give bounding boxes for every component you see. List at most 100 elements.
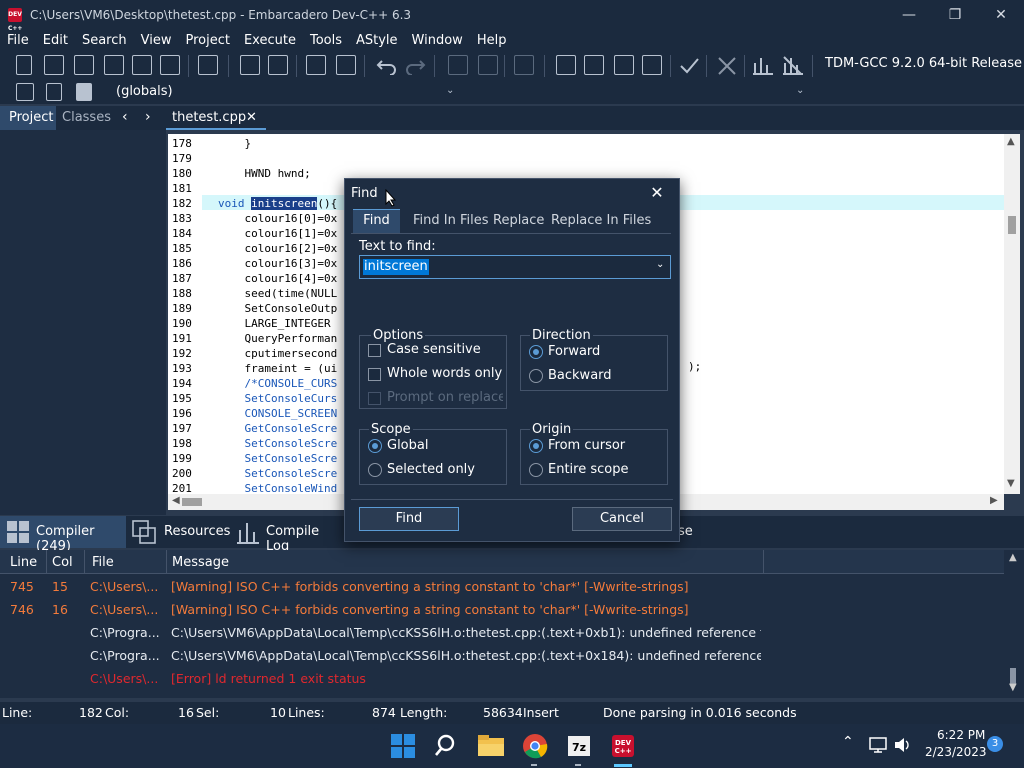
col-header-message[interactable]: Message [172, 555, 229, 570]
forward-label[interactable]: Forward [548, 344, 600, 359]
restore-button[interactable]: ❐ [932, 0, 978, 30]
tab-compile-log[interactable]: Compile Log [234, 516, 344, 554]
scroll-up-icon[interactable]: ▲ [1009, 552, 1017, 563]
tab-resources[interactable]: Resources [130, 516, 230, 548]
col-header-file[interactable]: File [92, 555, 114, 570]
close-window-button[interactable]: ✕ [978, 0, 1024, 30]
chart-disabled-icon[interactable] [782, 55, 804, 75]
menu-file[interactable]: File [0, 33, 36, 48]
menu-window[interactable]: Window [405, 33, 470, 48]
goto-line-icon[interactable] [306, 55, 326, 75]
minimize-button[interactable]: — [886, 0, 932, 30]
toggle-split-icon[interactable] [336, 55, 356, 75]
message-row[interactable]: C:\Progra... C:\Users\VM6\AppData\Local\T… [0, 621, 1004, 644]
messages-scrollbar[interactable]: ▲ ▼ [1004, 550, 1024, 698]
bookmark-icon[interactable] [46, 83, 62, 101]
project-panel[interactable] [0, 130, 166, 515]
backward-radio[interactable] [529, 369, 543, 383]
menu-edit[interactable]: Edit [36, 33, 75, 48]
save-all-icon[interactable] [104, 55, 124, 75]
selected-only-radio[interactable] [368, 463, 382, 477]
tile-icon[interactable] [556, 55, 576, 75]
case-sensitive-checkbox[interactable] [368, 344, 381, 357]
save-icon[interactable] [74, 55, 94, 75]
notification-badge[interactable]: 3 [987, 736, 1003, 752]
check-icon[interactable] [678, 55, 700, 75]
volume-icon[interactable] [893, 736, 913, 754]
case-sensitive-label[interactable]: Case sensitive [387, 342, 481, 357]
compiler-selector[interactable]: TDM-GCC 9.2.0 64-bit Release [825, 56, 1022, 71]
whole-words-label[interactable]: Whole words only [387, 366, 502, 381]
start-icon[interactable] [387, 730, 419, 762]
scroll-thumb[interactable] [182, 498, 202, 506]
open-icon[interactable] [44, 55, 64, 75]
chrome-icon[interactable] [519, 730, 551, 762]
bookmark-filled-icon[interactable] [76, 83, 92, 101]
message-row[interactable]: C:\Users\... [Error] ld returned 1 exit s… [0, 667, 1004, 690]
tab-thetest-cpp[interactable]: thetest.cpp ✕ [166, 106, 266, 130]
clock-time[interactable]: 6:22 PM [937, 728, 985, 742]
search-icon[interactable] [431, 730, 463, 762]
backward-label[interactable]: Backward [548, 368, 612, 383]
chevron-down-icon[interactable]: ⌄ [656, 259, 664, 270]
find-icon[interactable] [240, 55, 260, 75]
network-icon[interactable] [868, 736, 888, 754]
global-label[interactable]: Global [387, 438, 428, 453]
tab-compiler[interactable]: Compiler (249) [0, 516, 126, 554]
clock-date[interactable]: 2/23/2023 [925, 745, 987, 759]
entire-scope-radio[interactable] [529, 463, 543, 477]
undo-icon[interactable] [376, 55, 398, 75]
tab-project[interactable]: Project [0, 106, 56, 130]
dialog-tab-replace-in-files[interactable]: Replace In Files [551, 213, 651, 228]
scroll-left-icon[interactable]: ◀ [172, 495, 180, 506]
whole-words-checkbox[interactable] [368, 368, 381, 381]
message-row[interactable]: 746 16 C:\Users\... [Warning] ISO C++ forbi… [0, 598, 1004, 621]
close-dialog-icon[interactable]: ✕ [647, 183, 667, 203]
dialog-tab-find[interactable]: Find [353, 209, 400, 233]
file-explorer-icon[interactable] [475, 730, 507, 762]
calendar-grid-icon[interactable] [614, 55, 634, 75]
chevron-down-icon[interactable]: ⌄ [796, 85, 804, 96]
chevron-left-icon[interactable]: ‹ [122, 109, 128, 125]
col-header-col[interactable]: Col [52, 555, 73, 570]
replace-icon[interactable] [268, 55, 288, 75]
message-row[interactable]: C:\Progra... C:\Users\VM6\AppData\Local\T… [0, 644, 1004, 667]
menu-search[interactable]: Search [75, 33, 134, 48]
col-header-line[interactable]: Line [10, 555, 37, 570]
scroll-down-icon[interactable]: ▼ [1009, 682, 1017, 693]
from-cursor-label[interactable]: From cursor [548, 438, 625, 453]
message-row[interactable]: 745 15 C:\Users\... [Warning] ISO C++ forbi… [0, 575, 1004, 598]
scroll-right-icon[interactable]: ▶ [990, 495, 998, 506]
entire-scope-label[interactable]: Entire scope [548, 462, 628, 477]
cancel-button[interactable]: Cancel [572, 507, 672, 531]
close-all-icon[interactable] [160, 55, 180, 75]
tab-close-label[interactable]: se [678, 524, 693, 539]
close-tab-icon[interactable]: ✕ [246, 106, 257, 130]
menu-tools[interactable]: Tools [303, 33, 349, 48]
menu-astyle[interactable]: AStyle [349, 33, 405, 48]
new-file-icon[interactable] [16, 55, 32, 75]
window-icon[interactable] [584, 55, 604, 75]
menu-view[interactable]: View [134, 33, 179, 48]
find-button[interactable]: Find [359, 507, 459, 531]
print-icon[interactable] [198, 55, 218, 75]
scroll-down-icon[interactable]: ▼ [1007, 478, 1015, 489]
chart-icon[interactable] [752, 55, 774, 75]
tab-classes[interactable]: Classes [62, 106, 111, 130]
grid-icon[interactable] [642, 55, 662, 75]
dialog-tab-replace[interactable]: Replace [493, 213, 544, 228]
editor-vertical-scrollbar[interactable]: ▲ ▼ [1004, 134, 1020, 494]
global-radio[interactable] [368, 439, 382, 453]
close-file-icon[interactable] [132, 55, 152, 75]
chevron-down-icon[interactable]: ⌄ [446, 85, 454, 96]
selected-only-label[interactable]: Selected only [387, 462, 475, 477]
scope-dropdown[interactable]: (globals) [110, 82, 810, 102]
7zip-icon[interactable]: 7z [563, 730, 595, 762]
insert-icon[interactable] [16, 83, 34, 101]
menu-execute[interactable]: Execute [237, 33, 303, 48]
chevron-right-icon[interactable]: › [145, 109, 151, 125]
menu-project[interactable]: Project [178, 33, 236, 48]
forward-radio[interactable] [529, 345, 543, 359]
chevron-up-icon[interactable]: ⌃ [842, 734, 854, 750]
text-to-find-input[interactable]: initscreen ⌄ [359, 255, 671, 279]
